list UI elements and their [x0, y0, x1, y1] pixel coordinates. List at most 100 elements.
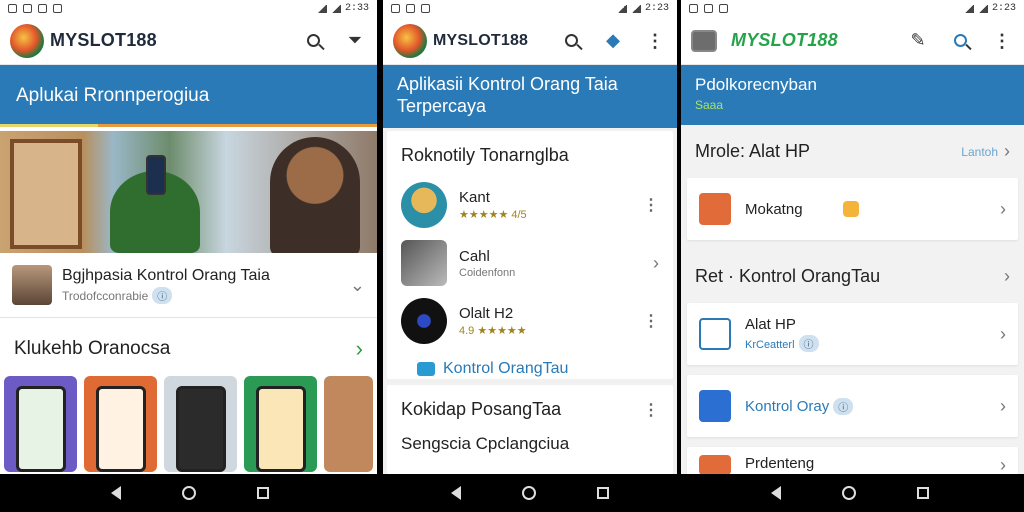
app-card[interactable]	[83, 376, 157, 472]
item-title: Prdenteng	[745, 455, 815, 472]
secondary-card[interactable]: Kokidap PosangTaa ⋮ Sengscia Cpclangciua	[387, 385, 673, 474]
banner-subtitle: Terpercaya	[397, 96, 487, 116]
edit-button[interactable]: ✎	[906, 29, 930, 53]
chevron-right-icon[interactable]: ›	[653, 253, 659, 274]
brand-name: MYSLOT188	[433, 31, 529, 49]
banner-title: Aplukai Rronnperogiua	[16, 85, 210, 106]
more-vert-icon[interactable]: ⋮	[643, 400, 659, 420]
device-icon	[699, 318, 731, 350]
wifi-icon	[616, 4, 627, 13]
section-header[interactable]: Mrole: Alat HP Lantoh ›	[681, 125, 1024, 178]
chevron-down-icon[interactable]: ⌄	[350, 275, 365, 296]
item-subtitle: Coidenfonn	[459, 266, 516, 279]
home-icon[interactable]	[181, 486, 196, 500]
list-item[interactable]: Prdenteng ›	[687, 447, 1018, 474]
app-icon	[699, 455, 731, 474]
more-vert-icon[interactable]: ⋮	[643, 311, 659, 331]
hero-image[interactable]	[0, 131, 377, 253]
list-item[interactable]: Kant ★★★★★ 4/5 ⋮	[387, 176, 673, 234]
list-item[interactable]: Cahl Coidenfonn ›	[387, 234, 673, 292]
notification-icon	[391, 4, 400, 13]
more-vert-icon: ⋮	[646, 30, 664, 51]
hero-phone	[146, 155, 166, 195]
item-title: Cahl	[459, 247, 490, 265]
chevron-right-icon[interactable]: ›	[1000, 324, 1006, 345]
item-title: Olalt H2	[459, 305, 514, 322]
back-icon[interactable]	[770, 486, 781, 500]
more-vert-icon[interactable]: ⋮	[643, 195, 659, 215]
signal-icon	[977, 4, 988, 13]
item-rating: ★★★★★ 4/5	[459, 209, 527, 221]
search-button[interactable]	[559, 29, 583, 53]
list-item[interactable]: Alat HP KrCeatterl ⓘ ›	[687, 303, 1018, 365]
section-title: Klukehb Oranocsa	[14, 338, 171, 359]
notification-icon	[23, 4, 32, 13]
wifi-icon	[963, 4, 974, 13]
badge-icon	[842, 201, 859, 217]
notification-icon	[53, 4, 62, 13]
recents-icon[interactable]	[597, 487, 610, 499]
home-icon[interactable]	[841, 486, 856, 500]
chevron-right-icon[interactable]: ›	[1004, 266, 1010, 287]
chevron-right-icon[interactable]: ›	[1000, 199, 1006, 220]
chevron-right-icon[interactable]: ›	[1000, 396, 1006, 417]
card-title: Kokidap PosangTaa	[401, 399, 562, 419]
more-vert-icon: ⋮	[993, 30, 1011, 51]
home-icon[interactable]	[521, 486, 536, 500]
document-icon	[699, 390, 731, 422]
app-card[interactable]	[323, 376, 374, 472]
featured-item[interactable]: Bgjhpasia Kontrol Orang Taia Trodofcconr…	[0, 253, 377, 318]
list-item[interactable]: Mokatng ›	[687, 178, 1018, 240]
watch-icon	[401, 298, 447, 344]
back-icon[interactable]	[450, 486, 461, 500]
app-card-list	[0, 376, 377, 472]
section-header[interactable]: Ret · Kontrol OrangTau ›	[681, 250, 1024, 303]
search-button[interactable]	[948, 29, 972, 53]
status-time: 2:23	[644, 3, 669, 14]
app-card[interactable]	[163, 376, 237, 472]
notification-icon	[719, 4, 728, 13]
menu-button[interactable]: ⋮	[643, 29, 667, 53]
list-item[interactable]: Kontrol Oray ⓘ ›	[687, 375, 1018, 437]
app-card[interactable]	[4, 376, 77, 472]
recents-icon[interactable]	[917, 487, 930, 499]
featured-subtitle: Trodofcconrabie ⓘ	[62, 286, 350, 304]
link-text: Kontrol OrangTau	[443, 360, 569, 377]
banner: Aplukai Rronnperogiua	[0, 65, 377, 127]
signal-icon	[630, 4, 641, 13]
chevron-right-icon[interactable]: ›	[1000, 455, 1006, 474]
status-time: 2:23	[991, 3, 1016, 14]
see-more-link[interactable]: Lantoh	[961, 145, 998, 159]
item-title: Kant	[459, 189, 490, 206]
banner-subtitle: Saaa	[695, 98, 724, 112]
avatar	[401, 182, 447, 228]
item-rating: 4.9 ★★★★★	[459, 325, 527, 337]
search-button[interactable]	[301, 29, 325, 53]
item-title: Mokatng	[745, 200, 803, 218]
info-badge: ⓘ	[833, 397, 854, 415]
notification-button[interactable]: ◆	[601, 29, 625, 53]
info-badge: ⓘ	[152, 286, 173, 304]
recents-icon[interactable]	[257, 487, 270, 499]
app-bar: MYSLOT188 ✎ ⋮	[681, 17, 1024, 65]
brand-name: MYSLOT188	[731, 30, 838, 50]
chevron-right-icon[interactable]: ›	[1004, 141, 1010, 162]
filter-button[interactable]: ⏷	[343, 29, 367, 53]
list-item[interactable]: Olalt H2 4.9 ★★★★★ ⋮	[387, 292, 673, 350]
back-icon[interactable]	[110, 486, 121, 500]
app-logo-icon	[691, 29, 717, 52]
chevron-right-icon[interactable]: ›	[356, 336, 363, 362]
search-icon	[953, 34, 967, 47]
app-card[interactable]	[243, 376, 317, 472]
app-bar: MYSLOT188 ⏷	[0, 17, 377, 65]
search-icon	[564, 34, 578, 47]
app-icon	[699, 193, 731, 225]
avatar	[12, 265, 52, 305]
banner-title: Pdolkorecnyban	[695, 75, 817, 94]
menu-button[interactable]: ⋮	[990, 29, 1014, 53]
section-header[interactable]: Klukehb Oranocsa ›	[0, 318, 377, 376]
hero-person	[270, 137, 360, 253]
notification-icon	[8, 4, 17, 13]
filter-icon: ⏷	[347, 30, 363, 50]
parental-control-link[interactable]: Kontrol OrangTau	[387, 350, 673, 388]
